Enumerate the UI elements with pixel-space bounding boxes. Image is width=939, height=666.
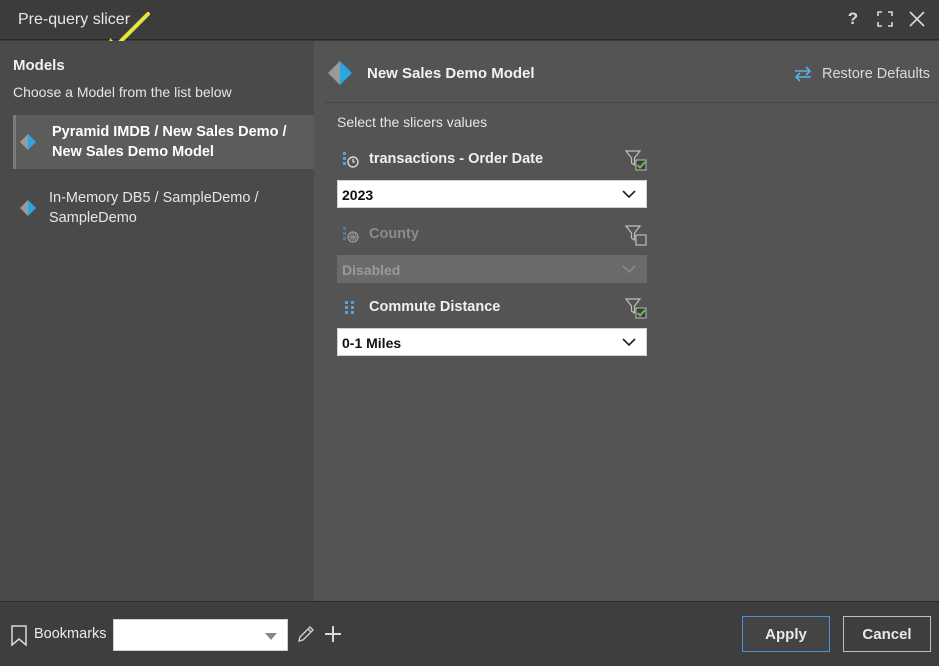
cancel-button[interactable]: Cancel (843, 616, 931, 652)
bookmarks-select[interactable] (113, 619, 288, 651)
slicer-commute-distance: Commute Distance 0-1 Miles (337, 297, 647, 356)
close-icon (909, 11, 925, 27)
grid-icon (345, 301, 354, 314)
model-item-label: Pyramid IMDB / New Sales Demo / New Sale… (52, 124, 287, 160)
chevron-down-icon (622, 190, 636, 199)
model-view-panel: New Sales Demo Model Restore Defaults Se… (314, 41, 939, 601)
apply-button[interactable]: Apply (742, 616, 830, 652)
pencil-icon[interactable] (297, 625, 315, 643)
slicer-header: Commute Distance (337, 297, 647, 319)
county-select: Disabled (337, 255, 647, 283)
slicer-label: transactions - Order Date (369, 151, 544, 167)
window-controls: ? (843, 9, 927, 29)
select-value: Disabled (342, 262, 401, 278)
model-item-sampledemo[interactable]: In-Memory DB5 / SampleDemo / SampleDemo (13, 181, 314, 235)
chevron-down-icon (622, 338, 636, 347)
help-button[interactable]: ? (843, 9, 863, 29)
models-heading: Models (13, 57, 65, 74)
close-button[interactable] (907, 9, 927, 29)
chevron-down-icon (622, 265, 636, 274)
restore-icon (794, 66, 812, 82)
plus-icon[interactable] (323, 624, 343, 644)
caret-down-icon (265, 633, 277, 640)
select-value: 0-1 Miles (342, 335, 402, 351)
model-icon (328, 61, 352, 85)
filter-check-icon[interactable] (625, 297, 647, 319)
models-panel: Models Choose a Model from the list belo… (0, 41, 314, 601)
model-icon (20, 200, 36, 216)
bookmarks-label: Bookmarks (34, 626, 107, 642)
calendar-clock-icon (343, 152, 359, 168)
maximize-icon (877, 11, 893, 27)
slicer-label: Commute Distance (369, 299, 501, 315)
commute-distance-select[interactable]: 0-1 Miles (337, 328, 647, 356)
slicer-order-date: transactions - Order Date 2023 (337, 149, 647, 208)
filter-unchecked-icon (625, 225, 647, 246)
slicer-header: County (337, 224, 647, 246)
model-icon (20, 134, 36, 150)
bookmark-icon[interactable] (10, 625, 28, 647)
slicers-caption: Select the slicers values (337, 114, 488, 130)
model-item-new-sales-demo[interactable]: Pyramid IMDB / New Sales Demo / New Sale… (13, 115, 314, 169)
select-value: 2023 (342, 187, 374, 203)
restore-defaults-button[interactable]: Restore Defaults (792, 65, 930, 83)
window-title: Pre-query slicer (18, 11, 131, 28)
globe-icon (343, 227, 359, 243)
model-title: New Sales Demo Model (367, 65, 535, 82)
slicer-county: County Disabled (337, 224, 647, 283)
models-subheading: Choose a Model from the list below (13, 84, 232, 100)
slicer-label: County (369, 226, 419, 242)
title-bar: Pre-query slicer ? (0, 0, 939, 40)
footer-bar: Bookmarks Apply Cancel (0, 601, 939, 666)
maximize-button[interactable] (875, 9, 895, 29)
order-date-select[interactable]: 2023 (337, 180, 647, 208)
slicer-header: transactions - Order Date (337, 149, 647, 171)
filter-check-icon[interactable] (625, 149, 647, 171)
restore-defaults-label: Restore Defaults (822, 66, 930, 82)
model-header: New Sales Demo Model Restore Defaults (324, 41, 939, 103)
model-item-label: In-Memory DB5 / SampleDemo / SampleDemo (49, 190, 259, 226)
